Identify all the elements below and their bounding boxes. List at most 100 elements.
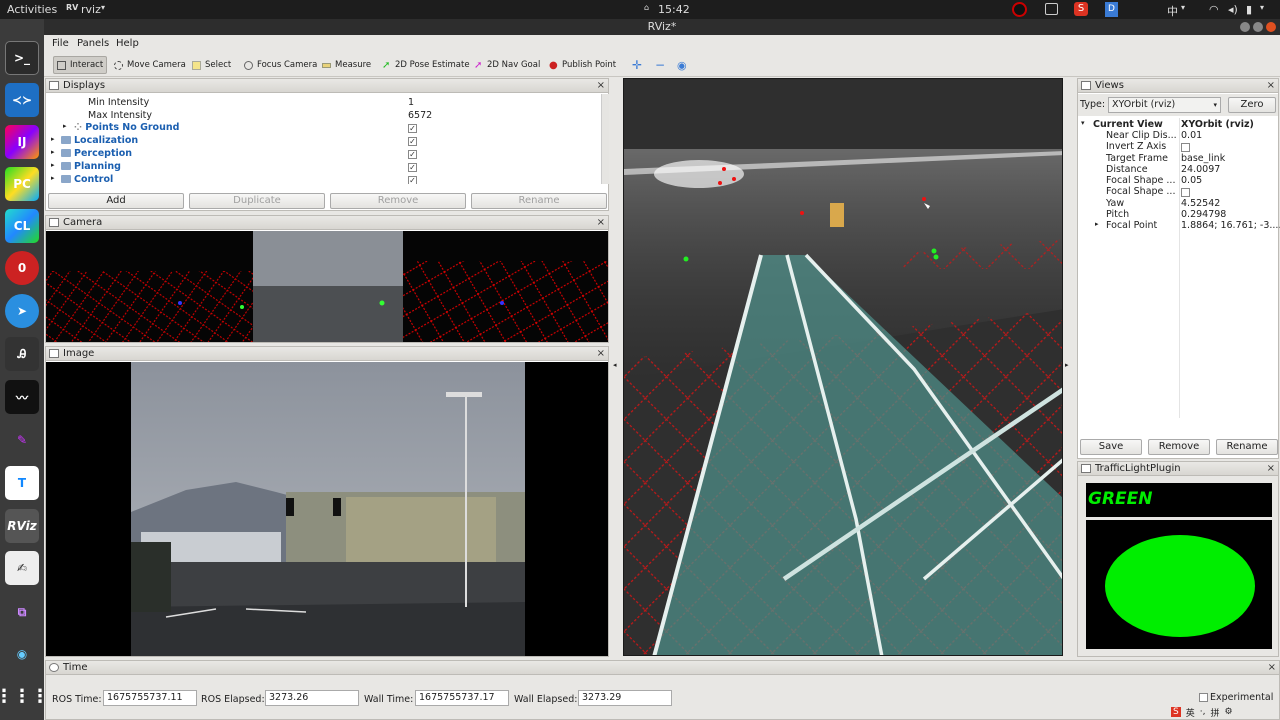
expand-arrow-icon[interactable]: ▸ bbox=[51, 174, 55, 182]
view-type-select[interactable]: XYOrbit (rviz) ▾ bbox=[1108, 97, 1221, 113]
brush-icon[interactable]: ✎ bbox=[5, 423, 39, 457]
activities-button[interactable]: Activities bbox=[7, 3, 57, 16]
maximize-icon[interactable] bbox=[1253, 22, 1263, 32]
menu-help[interactable]: Help bbox=[116, 38, 139, 49]
property-value[interactable]: 24.0097 bbox=[1181, 164, 1220, 175]
close-icon[interactable]: × bbox=[1268, 661, 1276, 675]
rviz-icon[interactable]: RViz bbox=[5, 509, 39, 543]
terminal-icon[interactable]: >_ bbox=[5, 41, 39, 75]
zero-button[interactable]: Zero bbox=[1228, 97, 1276, 113]
ros-elapsed-field[interactable]: 3273.26 bbox=[265, 690, 359, 706]
sogou-icon[interactable]: S bbox=[1171, 707, 1181, 717]
expand-arrow-icon[interactable]: ▸ bbox=[1095, 220, 1099, 228]
add-button[interactable]: Add bbox=[48, 193, 184, 209]
interact-tool[interactable]: Interact bbox=[53, 56, 108, 74]
display-localization[interactable]: Localization bbox=[61, 135, 138, 146]
ros-time-field[interactable]: 1675755737.11 bbox=[103, 690, 197, 706]
settings-icon[interactable]: ⚙ bbox=[1224, 707, 1232, 717]
pose-estimate-tool[interactable]: ➚ 2D Pose Estimate bbox=[379, 56, 473, 74]
close-icon[interactable]: × bbox=[1267, 462, 1275, 476]
property-value[interactable]: 0.05 bbox=[1181, 175, 1202, 186]
collapse-left-icon[interactable]: ◂ bbox=[613, 361, 617, 369]
rename-button[interactable]: Rename bbox=[1216, 439, 1278, 455]
app-menu[interactable]: rviz bbox=[81, 3, 101, 16]
checkbox[interactable]: ✓ bbox=[408, 124, 417, 133]
shell-icon[interactable]: ◉ bbox=[5, 637, 39, 671]
property-value[interactable]: 4.52542 bbox=[1181, 198, 1220, 209]
app-grid-icon[interactable]: ⋮⋮⋮ bbox=[0, 679, 49, 713]
close-icon[interactable]: × bbox=[597, 216, 605, 230]
menu-file[interactable]: File bbox=[52, 38, 69, 49]
duplicate-button[interactable]: Duplicate bbox=[189, 193, 325, 209]
checkbox[interactable]: ✓ bbox=[408, 137, 417, 146]
reader-icon[interactable]: Ꭿ bbox=[5, 337, 39, 371]
checkbox[interactable]: ✓ bbox=[408, 163, 417, 172]
select-tool[interactable]: Select bbox=[189, 56, 234, 74]
property-value[interactable]: 1 bbox=[408, 97, 414, 108]
battery-icon[interactable]: ▮ bbox=[1246, 3, 1252, 16]
experimental-checkbox[interactable] bbox=[1199, 693, 1208, 702]
display-planning[interactable]: Planning bbox=[61, 161, 121, 172]
3d-render-view[interactable] bbox=[623, 78, 1063, 656]
display-points-no-ground[interactable]: ⁘ Points No Ground bbox=[74, 122, 179, 133]
rename-button[interactable]: Rename bbox=[471, 193, 607, 209]
collapse-right-icon[interactable]: ▸ bbox=[1065, 361, 1069, 369]
publish-point-tool[interactable]: ● Publish Point bbox=[546, 56, 619, 74]
property-value[interactable]: 0.01 bbox=[1181, 130, 1202, 141]
property-value[interactable]: 0.294798 bbox=[1181, 209, 1226, 220]
property-value[interactable]: 6572 bbox=[408, 110, 432, 121]
wall-elapsed-field[interactable]: 3273.29 bbox=[578, 690, 672, 706]
checkbox[interactable]: ✓ bbox=[408, 176, 417, 184]
punctuation-icon[interactable]: ·, bbox=[1200, 707, 1206, 717]
input-method[interactable]: 中 bbox=[1167, 3, 1178, 19]
remove-tool-icon[interactable]: − bbox=[652, 56, 668, 74]
menu-panels[interactable]: Panels bbox=[77, 38, 109, 49]
move-camera-tool[interactable]: Move Camera bbox=[111, 56, 189, 74]
save-button[interactable]: Save bbox=[1080, 439, 1142, 455]
recorder-icon[interactable] bbox=[1012, 2, 1027, 17]
expand-arrow-icon[interactable]: ▸ bbox=[51, 135, 55, 143]
clion-icon[interactable]: CL bbox=[5, 209, 39, 243]
pycharm-icon[interactable]: PC bbox=[5, 167, 39, 201]
expand-arrow-icon[interactable]: ▸ bbox=[51, 161, 55, 169]
expand-arrow-icon[interactable]: ▾ bbox=[1081, 119, 1085, 127]
remove-button[interactable]: Remove bbox=[1148, 439, 1210, 455]
checkbox[interactable] bbox=[1181, 188, 1190, 197]
wall-time-field[interactable]: 1675755737.17 bbox=[415, 690, 509, 706]
document-icon[interactable]: D bbox=[1105, 2, 1118, 17]
property-value[interactable]: 1.8864; 16.761; -3.... bbox=[1181, 220, 1280, 231]
property-value[interactable]: base_link bbox=[1181, 153, 1225, 164]
add-tool-icon[interactable]: ✛ bbox=[629, 56, 645, 74]
vscode-icon[interactable]: ≺≻ bbox=[5, 83, 39, 117]
wave-icon[interactable]: 〰 bbox=[5, 380, 39, 414]
checkbox[interactable]: ✓ bbox=[408, 150, 417, 159]
nav-goal-tool[interactable]: ➚ 2D Nav Goal bbox=[471, 56, 543, 74]
display-control[interactable]: Control bbox=[61, 174, 113, 184]
clock[interactable]: 15:42 bbox=[658, 3, 690, 16]
ime-mode-icon[interactable]: 英 bbox=[1186, 706, 1195, 719]
checkbox[interactable] bbox=[1181, 143, 1190, 152]
focus-camera-tool[interactable]: Focus Camera bbox=[241, 56, 320, 74]
close-icon[interactable]: × bbox=[597, 79, 605, 93]
minimize-icon[interactable] bbox=[1240, 22, 1250, 32]
close-icon[interactable]: × bbox=[1267, 79, 1275, 93]
image-view[interactable] bbox=[46, 362, 608, 656]
wifi-icon[interactable]: ◠ bbox=[1209, 3, 1219, 16]
keyboard-icon[interactable] bbox=[1045, 3, 1058, 15]
ime-pinyin-icon[interactable]: 拼 bbox=[1210, 706, 1219, 719]
volume-icon[interactable]: ◂) bbox=[1228, 3, 1238, 16]
remove-button[interactable]: Remove bbox=[330, 193, 466, 209]
todesk-icon[interactable]: T bbox=[5, 466, 39, 500]
expand-arrow-icon[interactable]: ▸ bbox=[51, 148, 55, 156]
camera-view[interactable] bbox=[46, 231, 608, 342]
messenger-icon[interactable]: ➤ bbox=[5, 294, 39, 328]
close-icon[interactable]: × bbox=[597, 347, 605, 361]
security-icon[interactable]: 0 bbox=[5, 251, 39, 285]
notes-icon[interactable]: ✍ bbox=[5, 551, 39, 585]
measure-tool[interactable]: Measure bbox=[319, 56, 374, 74]
expand-arrow-icon[interactable]: ▸ bbox=[63, 122, 67, 130]
display-perception[interactable]: Perception bbox=[61, 148, 132, 159]
view-options-icon[interactable]: ◉ bbox=[674, 56, 690, 74]
intellij-icon[interactable]: IJ bbox=[5, 125, 39, 159]
close-icon[interactable] bbox=[1266, 22, 1276, 32]
